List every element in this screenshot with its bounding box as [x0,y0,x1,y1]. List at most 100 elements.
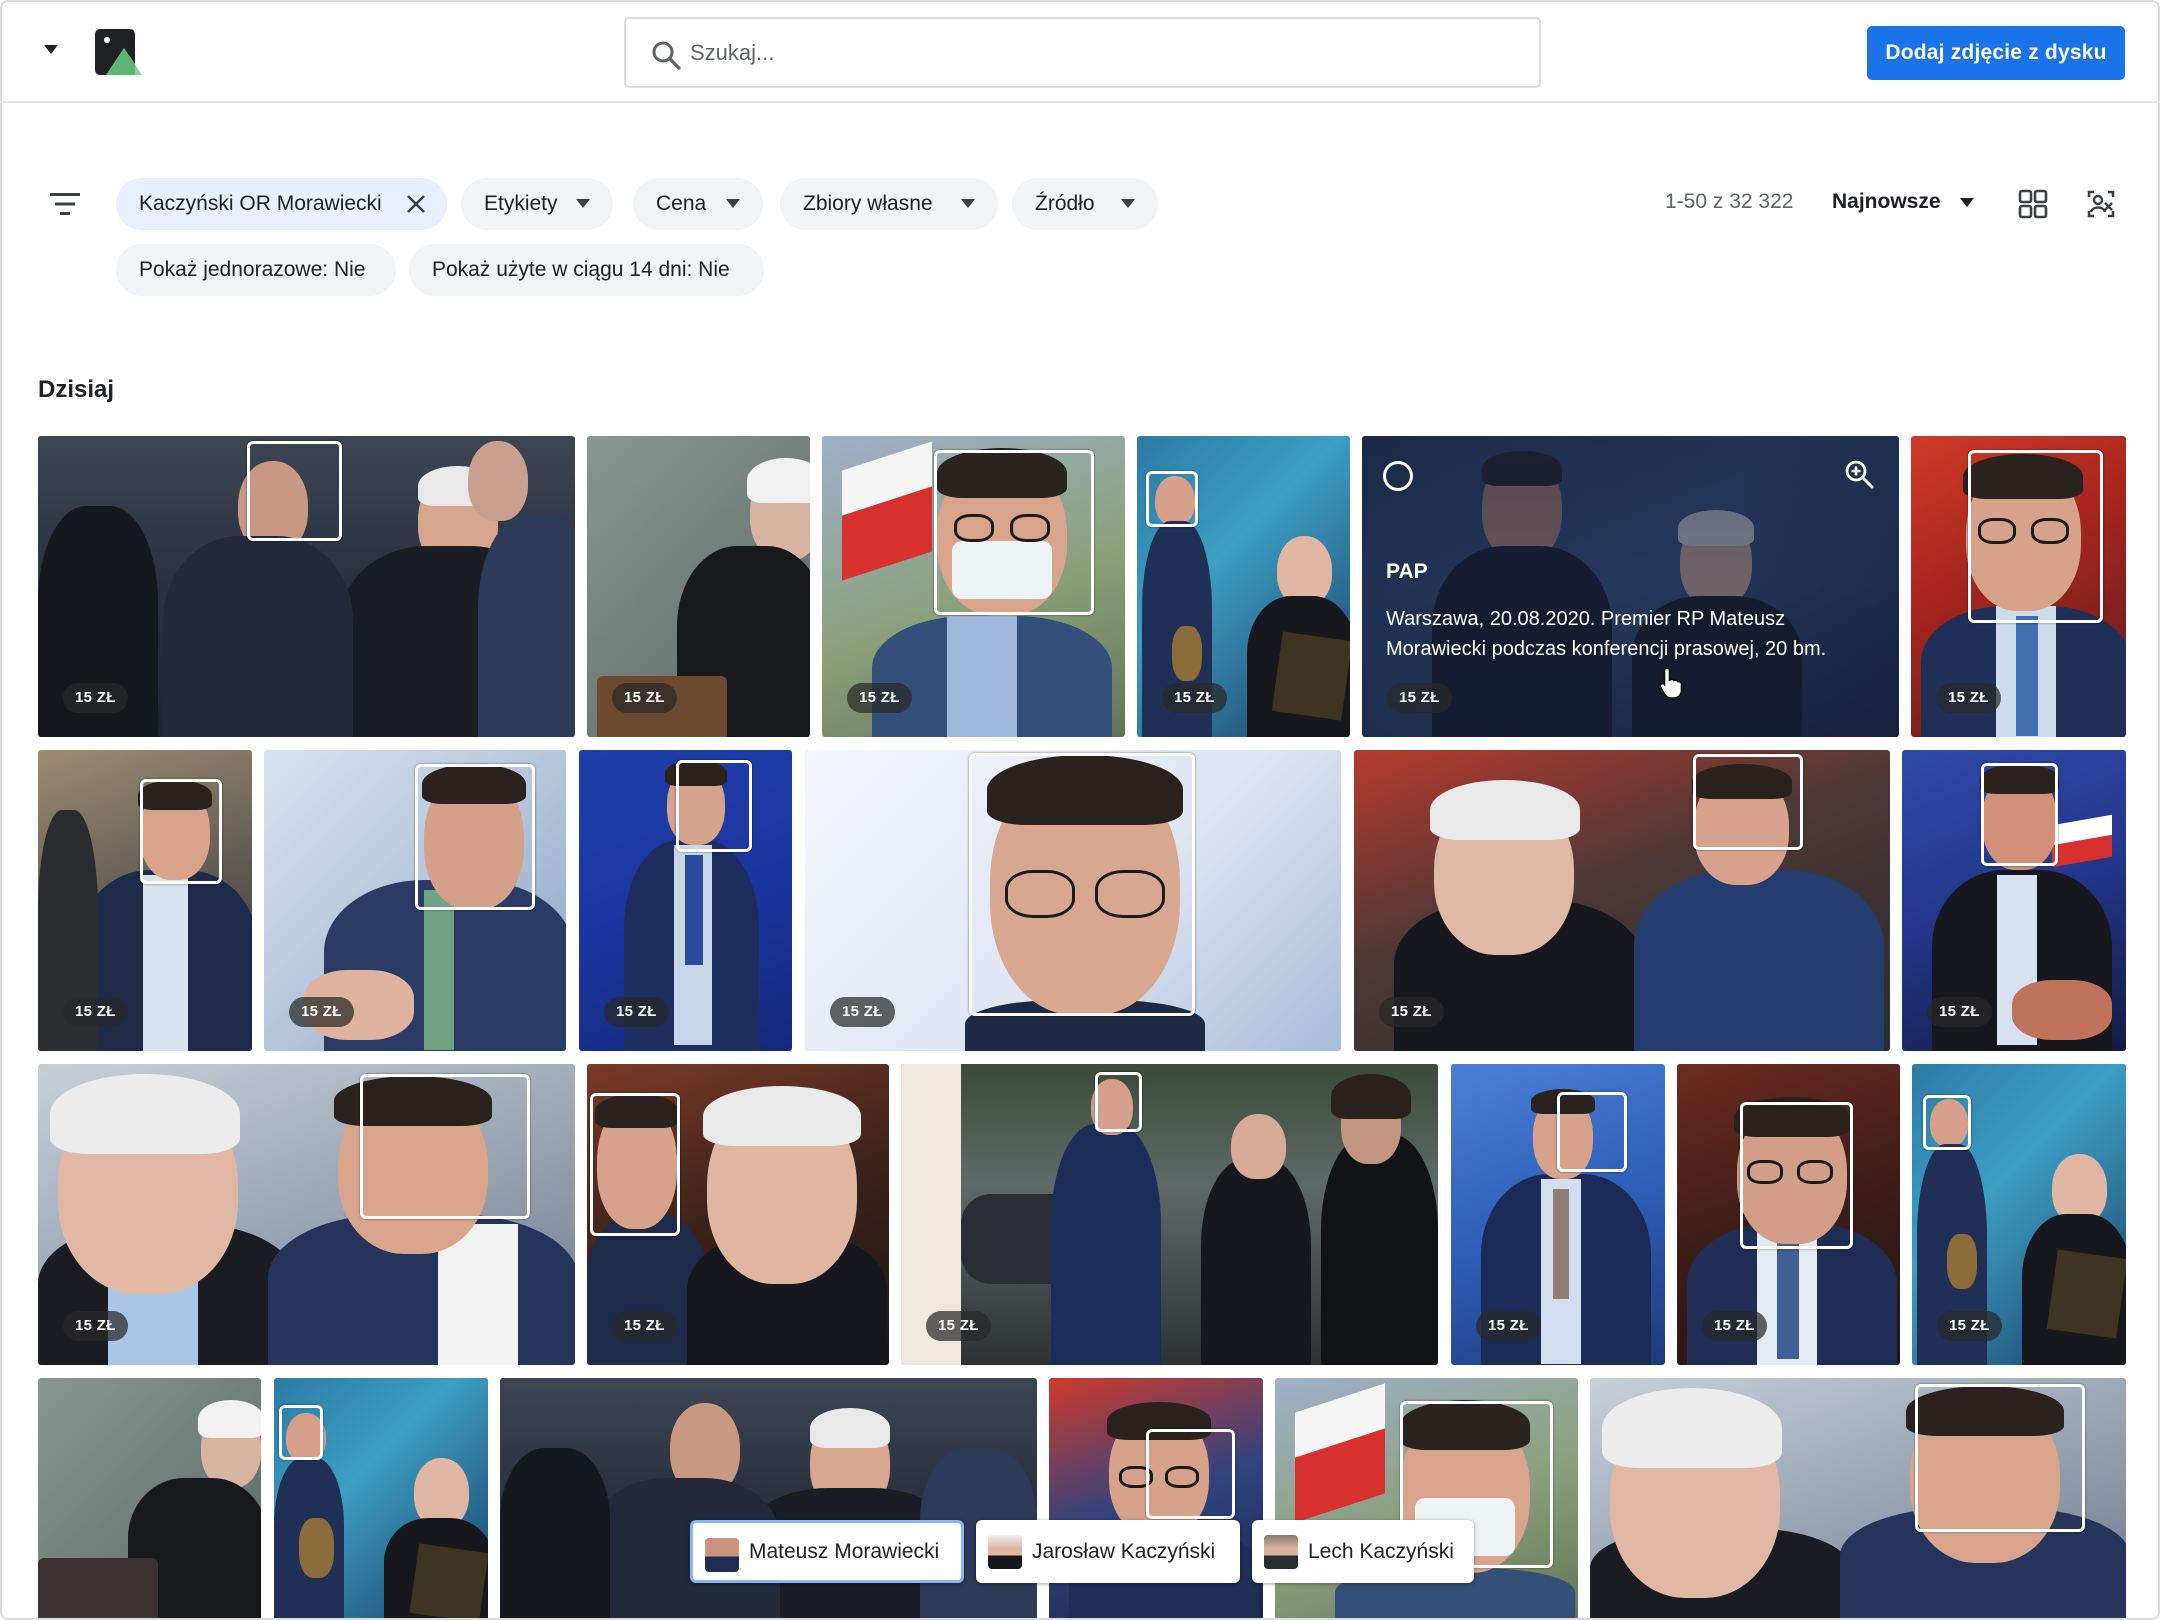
price-badge: 15 ZŁ [63,997,128,1027]
face-box[interactable] [360,1074,530,1219]
photo-tile[interactable]: 15 ZŁ [1354,750,1890,1051]
photo-tile[interactable]: 15 ZŁ [38,436,575,737]
face-box[interactable] [969,753,1195,1016]
filter-chip-label: Zbiory własne [803,192,933,215]
zoom-in-icon[interactable] [1843,458,1875,490]
photo-tile[interactable]: 15 ZŁ [1912,1064,2126,1365]
photo-tile[interactable]: 15 ZŁ [805,750,1341,1051]
person-name: Lech Kaczyński [1308,1539,1454,1563]
chevron-down-icon [961,199,975,208]
filter-chip-price[interactable]: Cena [633,178,763,230]
filter-chip-tags[interactable]: Etykiety [461,178,613,230]
upload-photo-button[interactable]: Dodaj zdjęcie z dysku [1867,26,2125,80]
photo-tile[interactable]: 15 ZŁ [1677,1064,1900,1365]
price-badge: 15 ZŁ [1927,997,1992,1027]
photo-tile[interactable]: 15 ZŁ [1137,436,1350,737]
face-filter-icon[interactable] [2085,188,2117,220]
face-box[interactable] [1923,1095,1971,1150]
filter-chip-recently-used[interactable]: Pokaż użyte w ciągu 14 dni: Nie [409,244,764,296]
filter-chip-single-use[interactable]: Pokaż jednorazowe: Nie [116,244,396,296]
person-name: Mateusz Morawiecki [749,1539,940,1563]
photo-tile[interactable] [1049,1378,1263,1618]
face-box[interactable] [1095,1072,1142,1132]
photo-source: PAP [1386,560,1428,583]
chevron-down-icon [576,199,590,208]
face-box[interactable] [1146,471,1198,527]
photo-tile[interactable]: 15 ZŁ [1902,750,2126,1051]
search-input[interactable] [690,25,1510,81]
filter-chip-label: Źródło [1035,192,1095,215]
person-tag-jaroslaw-kaczynski[interactable]: Jarosław Kaczyński [976,1520,1240,1583]
face-box[interactable] [1915,1384,2085,1532]
face-box[interactable] [934,450,1094,615]
select-checkbox[interactable] [1383,461,1413,491]
close-icon[interactable] [405,193,427,215]
photo-tile[interactable] [1275,1378,1578,1618]
price-badge: 15 ZŁ [612,1311,677,1341]
app-logo-icon[interactable] [94,28,144,78]
avatar [705,1538,739,1572]
price-badge: 15 ZŁ [63,1311,128,1341]
avatar [1264,1535,1298,1569]
person-tag-mateusz-morawiecki[interactable]: Mateusz Morawiecki [690,1520,964,1583]
photo-tile-hovered[interactable]: PAP Warszawa, 20.08.2020. Premier RP Mat… [1362,436,1899,737]
filter-chip-label: Etykiety [484,192,558,215]
photo-tile[interactable]: 15 ZŁ [38,750,252,1051]
photo-tile[interactable] [500,1378,1037,1618]
face-box[interactable] [1968,450,2103,623]
face-box[interactable] [279,1405,323,1460]
photo-tile[interactable]: 15 ZŁ [579,750,792,1051]
photo-tile[interactable] [274,1378,488,1618]
section-title: Dzisiaj [38,376,115,403]
chevron-down-icon [1121,199,1135,208]
photo-caption: Warszawa, 20.08.2020. Premier RP Mateusz… [1386,608,1827,660]
chevron-down-icon[interactable] [44,45,58,54]
photo-tile[interactable] [38,1378,261,1618]
filter-icon[interactable] [48,190,82,218]
price-badge: 15 ZŁ [289,997,354,1027]
filter-chip-label: Cena [656,192,707,215]
photo-tile[interactable]: 15 ZŁ [1911,436,2126,737]
filter-chip-label: Kaczyński OR Morawiecki [139,192,382,215]
price-badge: 15 ZŁ [612,683,677,713]
price-badge: 15 ZŁ [1937,1311,2002,1341]
grid-view-icon[interactable] [2018,189,2048,219]
chevron-down-icon[interactable] [1960,198,1974,207]
face-box[interactable] [247,441,342,541]
photo-tile[interactable]: 15 ZŁ [38,1064,575,1365]
face-box[interactable] [1981,763,2058,866]
photo-tile[interactable]: 15 ZŁ [1451,1064,1665,1365]
search-box[interactable] [624,17,1541,88]
sort-dropdown[interactable]: Najnowsze [1832,190,1941,214]
face-box[interactable] [590,1093,680,1236]
app-window: Dodaj zdjęcie z dysku Kaczyński OR Moraw… [0,0,2160,1620]
price-badge: 15 ZŁ [847,683,912,713]
price-badge: 15 ZŁ [1387,683,1452,713]
results-count: 1-50 z 32 322 [1665,190,1794,213]
person-name: Jarosław Kaczyński [1032,1539,1216,1563]
filter-chip-query[interactable]: Kaczyński OR Morawiecki [116,178,447,230]
face-box[interactable] [1557,1092,1627,1172]
person-tag-lech-kaczynski[interactable]: Lech Kaczyński [1252,1520,1474,1583]
filter-chip-label: Pokaż jednorazowe: Nie [139,258,366,281]
photo-tile[interactable]: 15 ZŁ [822,436,1125,737]
filter-chip-source[interactable]: Źródło [1012,178,1158,230]
photo-tile[interactable]: 15 ZŁ [587,1064,889,1365]
price-badge: 15 ZŁ [1162,683,1227,713]
avatar [988,1535,1022,1569]
face-box[interactable] [1740,1102,1853,1249]
face-box[interactable] [1146,1429,1235,1519]
top-bar: Dodaj zdjęcie z dysku [2,2,2158,103]
photo-tile[interactable]: 15 ZŁ [587,436,810,737]
face-box[interactable] [1693,754,1803,850]
photo-tile[interactable]: 15 ZŁ [264,750,566,1051]
price-badge: 15 ZŁ [926,1311,991,1341]
face-box[interactable] [676,760,752,852]
price-badge: 15 ZŁ [604,997,669,1027]
price-badge: 15 ZŁ [1379,997,1444,1027]
filter-chip-collections[interactable]: Zbiory własne [780,178,998,230]
face-box[interactable] [140,779,222,884]
face-box[interactable] [415,764,535,910]
photo-tile[interactable] [1590,1378,2126,1618]
photo-tile[interactable]: 15 ZŁ [901,1064,1438,1365]
